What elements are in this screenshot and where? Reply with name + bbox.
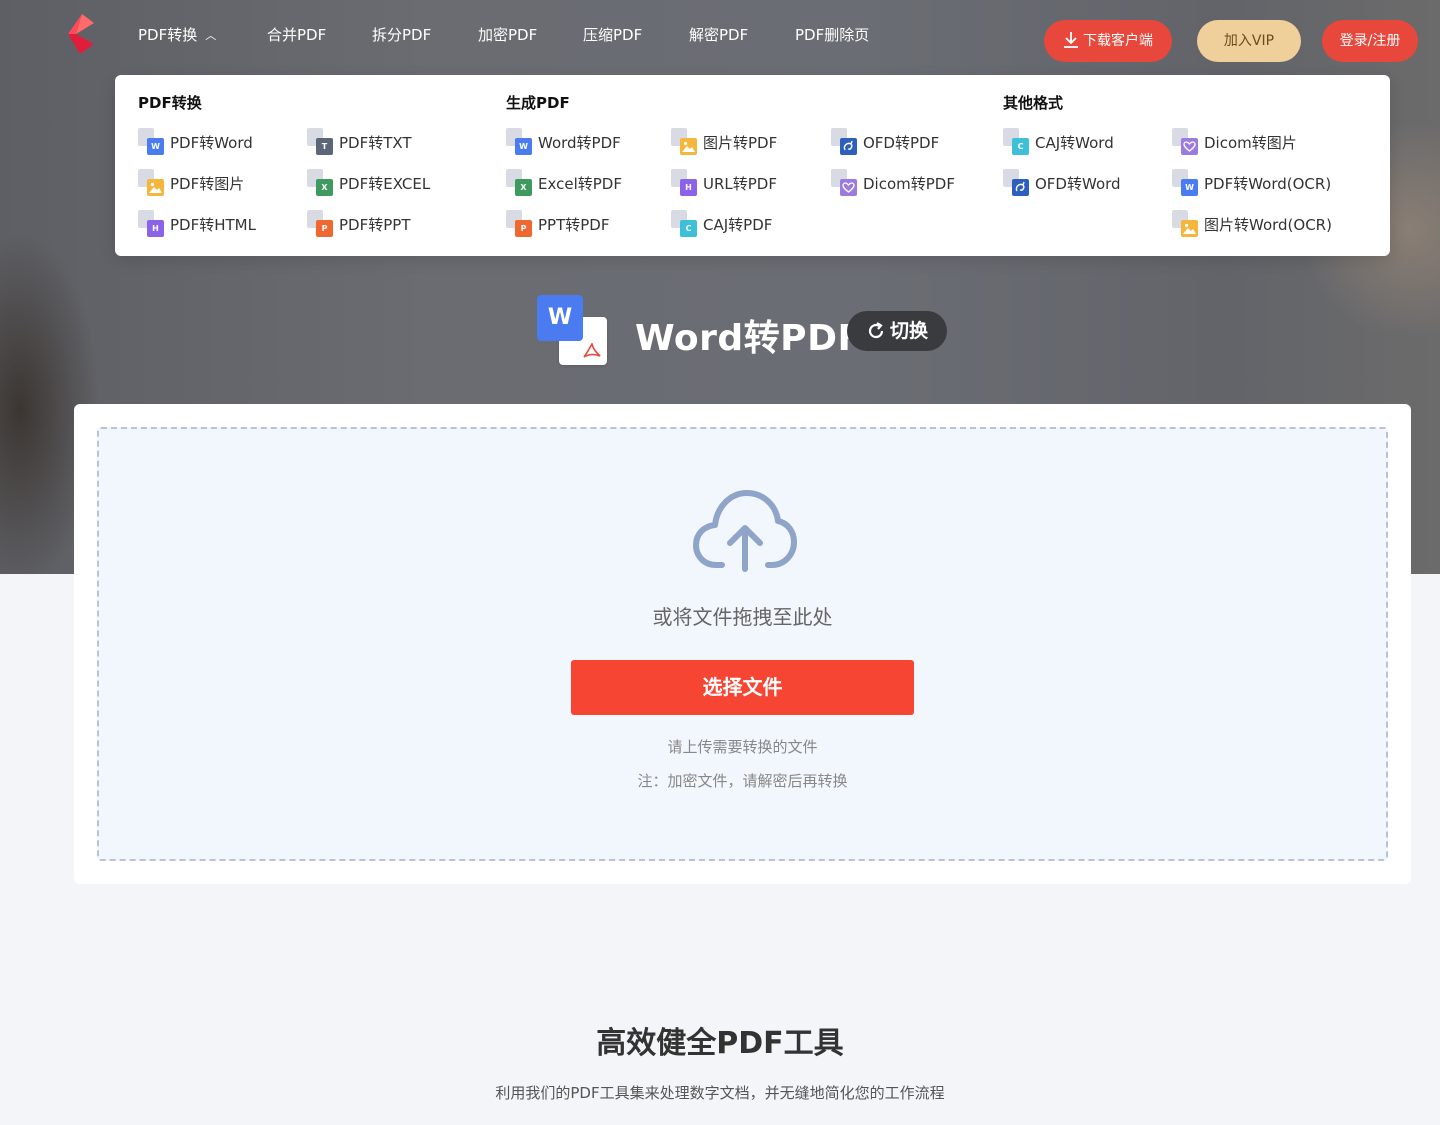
ppt-to-pdf-icon: P: [506, 210, 532, 238]
dropdown-item-label: PDF转HTML: [170, 215, 256, 234]
dropdown-item-label: PDF转PPT: [339, 215, 411, 234]
dicom-to-image-icon: [1172, 128, 1198, 156]
ofd-to-word-icon: [1003, 169, 1029, 197]
dropdown-item[interactable]: C CAJ转PDF: [671, 210, 772, 238]
dropdown-section-title: 生成PDF: [506, 94, 570, 112]
select-file-button[interactable]: 选择文件: [571, 660, 914, 715]
nav-item-encrypt-pdf[interactable]: 加密PDF: [478, 24, 537, 46]
dropdown-item-label: PDF转Word: [170, 133, 253, 152]
pdf-to-excel-icon: X: [307, 169, 333, 197]
dropdown-item[interactable]: PDF转图片: [138, 169, 244, 197]
nav-item-split-pdf[interactable]: 拆分PDF: [372, 24, 431, 46]
file-dropzone[interactable]: 或将文件拖拽至此处 选择文件 请上传需要转换的文件 注：加密文件，请解密后再转换: [97, 427, 1388, 861]
dropdown-item-label: PDF转图片: [170, 174, 245, 193]
ofd-to-pdf-icon: [831, 128, 857, 156]
pdf-to-txt-icon: T: [307, 128, 333, 156]
dropdown-item[interactable]: OFD转Word: [1003, 169, 1121, 197]
nav-item-delete-pages[interactable]: PDF删除页: [795, 24, 869, 46]
dropdown-item[interactable]: 图片转PDF: [671, 128, 777, 156]
download-icon: [1064, 32, 1078, 48]
pdf-to-word-ocr-icon: W: [1172, 169, 1198, 197]
word-letter: W: [537, 295, 583, 341]
nav-item-pdf-convert[interactable]: PDF转换 ︿: [138, 24, 216, 46]
dropdown-item[interactable]: X Excel转PDF: [506, 169, 622, 197]
dropdown-section-title: PDF转换: [138, 94, 202, 112]
dropdown-item-label: PDF转Word(OCR): [1204, 174, 1332, 193]
caj-to-pdf-icon: C: [671, 210, 697, 238]
url-to-pdf-icon: H: [671, 169, 697, 197]
dropdown-item-label: Word转PDF: [538, 133, 621, 152]
upload-card: 或将文件拖拽至此处 选择文件 请上传需要转换的文件 注：加密文件，请解密后再转换: [74, 404, 1411, 884]
dropdown-item[interactable]: W PDF转Word: [138, 128, 253, 156]
dropdown-item[interactable]: C CAJ转Word: [1003, 128, 1114, 156]
dropdown-item[interactable]: P PDF转PPT: [307, 210, 410, 238]
cloud-upload-icon: [693, 490, 797, 572]
upload-hint: 请上传需要转换的文件: [667, 738, 818, 756]
pdf-to-ppt-icon: P: [307, 210, 333, 238]
dropdown-item-label: Dicom转图片: [1204, 133, 1297, 152]
image-to-word-ocr-icon: [1172, 210, 1198, 238]
download-client-label: 下载客户端: [1083, 33, 1153, 49]
dropdown-item[interactable]: X PDF转EXCEL: [307, 169, 430, 197]
dropdown-item-label: CAJ转PDF: [703, 215, 773, 234]
pdf-mark-icon: [583, 343, 601, 358]
refresh-icon: [868, 322, 884, 339]
dropdown-item-label: CAJ转Word: [1035, 133, 1114, 152]
nav-item-decrypt-pdf[interactable]: 解密PDF: [689, 24, 748, 46]
dropdown-item-label: URL转PDF: [703, 174, 777, 193]
dropdown-item[interactable]: H URL转PDF: [671, 169, 777, 197]
dropdown-item[interactable]: T PDF转TXT: [307, 128, 412, 156]
logo-icon[interactable]: [66, 14, 96, 54]
dropdown-item[interactable]: Dicom转PDF: [831, 169, 955, 197]
dropdown-item-label: PPT转PDF: [538, 215, 610, 234]
dropdown-item-label: PDF转TXT: [339, 133, 412, 152]
dropdown-item-label: PDF转EXCEL: [339, 174, 431, 193]
nav-item-label: PDF转换: [138, 26, 198, 44]
download-client-button[interactable]: 下载客户端: [1044, 20, 1172, 62]
drop-hint-text: 或将文件拖拽至此处: [652, 605, 833, 629]
section-title: 高效健全PDF工具: [596, 1026, 844, 1061]
encrypted-file-note: 注：加密文件，请解密后再转换: [637, 772, 848, 790]
switch-tool-button[interactable]: 切换: [847, 311, 947, 351]
dicom-to-pdf-icon: [831, 169, 857, 197]
tool-header: W Word转PDF 切换: [537, 295, 957, 370]
section-subtitle: 利用我们的PDF工具集来处理数字文档，并无缝地简化您的工作流程: [495, 1084, 945, 1102]
dropdown-item-label: Excel转PDF: [538, 174, 622, 193]
dropdown-item-label: OFD转PDF: [863, 133, 940, 152]
pdf-to-word-icon: W: [138, 128, 164, 156]
word-to-pdf-icon: W: [537, 295, 609, 367]
login-register-button[interactable]: 登录/注册: [1322, 20, 1418, 62]
top-navigation: PDF转换 ︿ 合并PDF 拆分PDF 加密PDF 压缩PDF 解密PDF PDF…: [0, 0, 1440, 72]
dropdown-item-label: 图片转PDF: [703, 133, 778, 152]
pdf-convert-dropdown: PDF转换 生成PDF 其他格式 W PDF转Word T PDF转TXT PDF转图片…: [115, 75, 1390, 256]
switch-label: 切换: [889, 320, 928, 342]
dropdown-item-label: Dicom转PDF: [863, 174, 955, 193]
dropdown-item[interactable]: OFD转PDF: [831, 128, 939, 156]
dropdown-section-title: 其他格式: [1003, 94, 1064, 112]
chevron-up-icon: ︿: [205, 29, 217, 42]
pdf-to-image-icon: [138, 169, 164, 197]
excel-to-pdf-icon: X: [506, 169, 532, 197]
dropdown-item[interactable]: H PDF转HTML: [138, 210, 256, 238]
dropdown-item[interactable]: W Word转PDF: [506, 128, 621, 156]
nav-item-merge-pdf[interactable]: 合并PDF: [267, 24, 326, 46]
dropdown-item-label: 图片转Word(OCR): [1204, 215, 1332, 234]
dropdown-item-label: OFD转Word: [1035, 174, 1121, 193]
image-to-pdf-icon: [671, 128, 697, 156]
pdf-to-html-icon: H: [138, 210, 164, 238]
caj-to-word-icon: C: [1003, 128, 1029, 156]
dropdown-item[interactable]: 图片转Word(OCR): [1172, 210, 1332, 238]
nav-item-compress-pdf[interactable]: 压缩PDF: [583, 24, 642, 46]
word-to-pdf-icon: W: [506, 128, 532, 156]
dropdown-item[interactable]: P PPT转PDF: [506, 210, 609, 238]
dropdown-item[interactable]: W PDF转Word(OCR): [1172, 169, 1331, 197]
join-vip-button[interactable]: 加入VIP: [1197, 20, 1301, 62]
dropdown-item[interactable]: Dicom转图片: [1172, 128, 1297, 156]
page-title: Word转PDF: [635, 318, 863, 359]
